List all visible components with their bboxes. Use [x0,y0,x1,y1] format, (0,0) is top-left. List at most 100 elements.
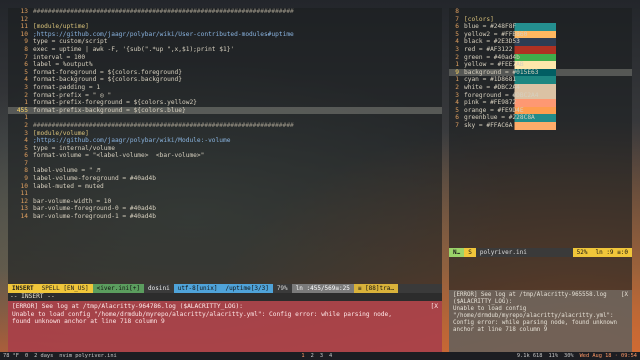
line-text: label-volume = " ♬ [33,167,101,175]
color-line[interactable]: 2 white = #DBC2A4 [449,83,632,92]
line-number: 3 [455,91,459,99]
line-number: 8 [24,167,28,175]
color-line[interactable]: 1 yellow = #FEE7AB [449,61,632,69]
line-number: 5 [455,30,459,38]
editor-line[interactable]: 13 bar-volume-foreground-0 = #40ad4b [8,205,442,213]
notification-count[interactable]: 0 [22,352,31,360]
color-line[interactable]: 5 yellow2 = #FFB860 [449,30,632,39]
color-line[interactable]: 3 red = #AF3122 [449,45,632,54]
editor-line[interactable]: 455 format-prefix-background = ${colors.b… [8,106,442,115]
line-text: ;https://github.com/jaagr/polybar/wiki/U… [33,30,294,38]
cursor-position: ln :455/569≡:25 [291,284,354,293]
color-line[interactable]: 1 cyan = #1D8681 [449,76,632,84]
line-number: 5 [24,144,28,152]
editor-line[interactable]: 7 interval = 100 [8,54,442,62]
right-cursor-position: ln :9 ≡:0 [591,248,632,257]
editor-line[interactable]: 12 [8,16,442,24]
file-name: <iver.ini[+] [92,284,145,293]
line-number: 455 [16,106,28,114]
editor-line[interactable]: 10 ;https://github.com/jaagr/polybar/wiki… [8,31,442,39]
color-line[interactable]: 9 background = #015E63 [449,68,632,77]
line-number: 8 [24,45,28,53]
color-line[interactable]: 6 greenblue = #228C8A [449,114,632,122]
right-spell-indicator: S [464,248,476,257]
color-line[interactable]: 2 green = #40ad4b [449,53,632,62]
color-line[interactable]: 4 pink = #FE9872 [449,99,632,107]
editor-line[interactable]: 13 ######################################… [8,8,442,16]
color-line[interactable]: 5 orange = #FE9D4E [449,106,632,115]
editor-line[interactable]: 1 format-prefix-foreground = ${colors.yel… [8,99,442,107]
spell-indicator: SPELL [EN_US] [37,284,93,293]
editor-line[interactable]: 2 #######################################… [8,122,442,130]
editor-status-line: INSERT SPELL [EN_US] <iver.ini[+] dosini… [8,284,442,293]
editor-line[interactable]: 7 [8,160,442,168]
left-terminal-window[interactable]: 13 ######################################… [8,8,442,352]
uptime-widget[interactable]: 2 days [31,352,56,360]
clock-widget[interactable]: Wed Aug 18 · 09:54 [577,352,640,360]
error-message-panel: [ERROR] See log at /tmp/Alacritty-964786… [8,301,442,352]
color-line[interactable]: 7 sky = #FFAC6A [449,121,632,130]
editor-line[interactable]: 4 format-background = ${colors.background… [8,76,442,84]
line-text: bar-volume-width = 10 [33,197,112,205]
editor-line[interactable]: 9 label-volume-foreground = #40ad4b [8,175,442,183]
color-line[interactable]: 8 [449,8,632,16]
editor-line[interactable]: 5 format-foreground = ${colors.foreground… [8,69,442,77]
colors-text-area[interactable]: 8 7 [colors] 6 blue = #248F8F 5 yellow2 = #FFB… [449,8,632,130]
editor-line[interactable]: 8 label-volume = " ♬ [8,167,442,175]
line-number: 10 [20,30,28,38]
line-text: bar-volume-foreground-0 = #40ad4b [33,205,156,213]
right-error-panel: [ERROR] See log at /tmp/Alacritty-965558… [449,290,632,352]
editor-line[interactable]: 6 label = %output% [8,61,442,69]
line-text: format-prefix-background = ${colors.blue… [33,106,186,114]
line-number: 9 [455,68,459,76]
line-number: 6 [24,152,28,160]
line-number: 7 [24,53,28,61]
editor-line[interactable]: 1 [8,114,442,122]
editor-line[interactable]: 10 label-muted = muted [8,183,442,191]
line-text: format-prefix-foreground = ${colors.yell… [33,99,197,107]
command-line[interactable]: -- INSERT -- [8,293,442,301]
line-text: ########################################… [33,121,294,129]
right-error-line-2: ($ALACRITTY_LOG): [453,299,513,305]
line-number: 8 [455,8,459,15]
scroll-percent: 79% [276,285,288,292]
volume-widget[interactable]: 30% [561,352,577,360]
line-text: format-prefix = " ◎ " [33,91,112,99]
editor-line[interactable]: 12 bar-volume-width = 10 [8,198,442,206]
line-number: 5 [455,106,459,114]
workspace-4[interactable]: 4 [326,352,335,360]
editor-line[interactable]: 2 format-prefix = " ◎ " [8,92,442,100]
editor-text-area[interactable]: 13 ######################################… [8,8,442,221]
color-line[interactable]: 7 [colors] [449,16,632,24]
line-text: label = %output% [33,61,93,69]
line-number: 13 [20,205,28,213]
editor-line[interactable]: 3 [module/volume] [8,130,442,138]
editor-line[interactable]: 14 bar-volume-foreground-1 = #40ad4b [8,213,442,221]
workspace-2[interactable]: 2 [308,352,317,360]
cpu-widget[interactable]: 11% [545,352,561,360]
workspace-3[interactable]: 3 [317,352,326,360]
weather-widget[interactable]: 78 °F [0,352,22,360]
memory-widget[interactable]: 9.1k 618 [514,352,546,360]
right-error-line-3: Unable to load config [453,306,527,312]
editor-line[interactable]: 9 type = custom/script [8,38,442,46]
editor-line[interactable]: 4 ;https://github.com/jaagr/polybar/wiki/… [8,137,442,145]
workspace-1[interactable]: 1 [298,352,307,360]
editor-line[interactable]: 6 format-volume = "<label-volume> <bar-vo… [8,152,442,160]
line-number: 1 [24,114,28,122]
right-error-line-6: anchor at line 718 column 9 [453,327,548,333]
editor-line[interactable]: 11 [8,190,442,198]
line-text: format-padding = 1 [33,83,101,91]
color-line[interactable]: 4 black = #2E3D53 [449,38,632,46]
color-line[interactable]: 3 foreground = #DBC2A4 [449,91,632,100]
editor-line[interactable]: 5 type = internal/volume [8,145,442,153]
color-line[interactable]: 6 blue = #248F8F [449,23,632,31]
color-definition: yellow2 = #FFB860 [464,30,556,39]
editor-line[interactable]: 11 [module/uptime] [8,23,442,31]
line-number: 2 [24,91,28,99]
editor-line[interactable]: 8 exec = uptime | awk -F, '{sub(".*up ",x… [8,46,442,54]
right-scroll-percent: 52% [572,248,592,257]
editor-line[interactable]: 3 format-padding = 1 [8,84,442,92]
line-text [33,114,442,122]
right-terminal-window[interactable]: 8 7 [colors] 6 blue = #248F8F 5 yellow2 = #FFB… [449,8,632,352]
